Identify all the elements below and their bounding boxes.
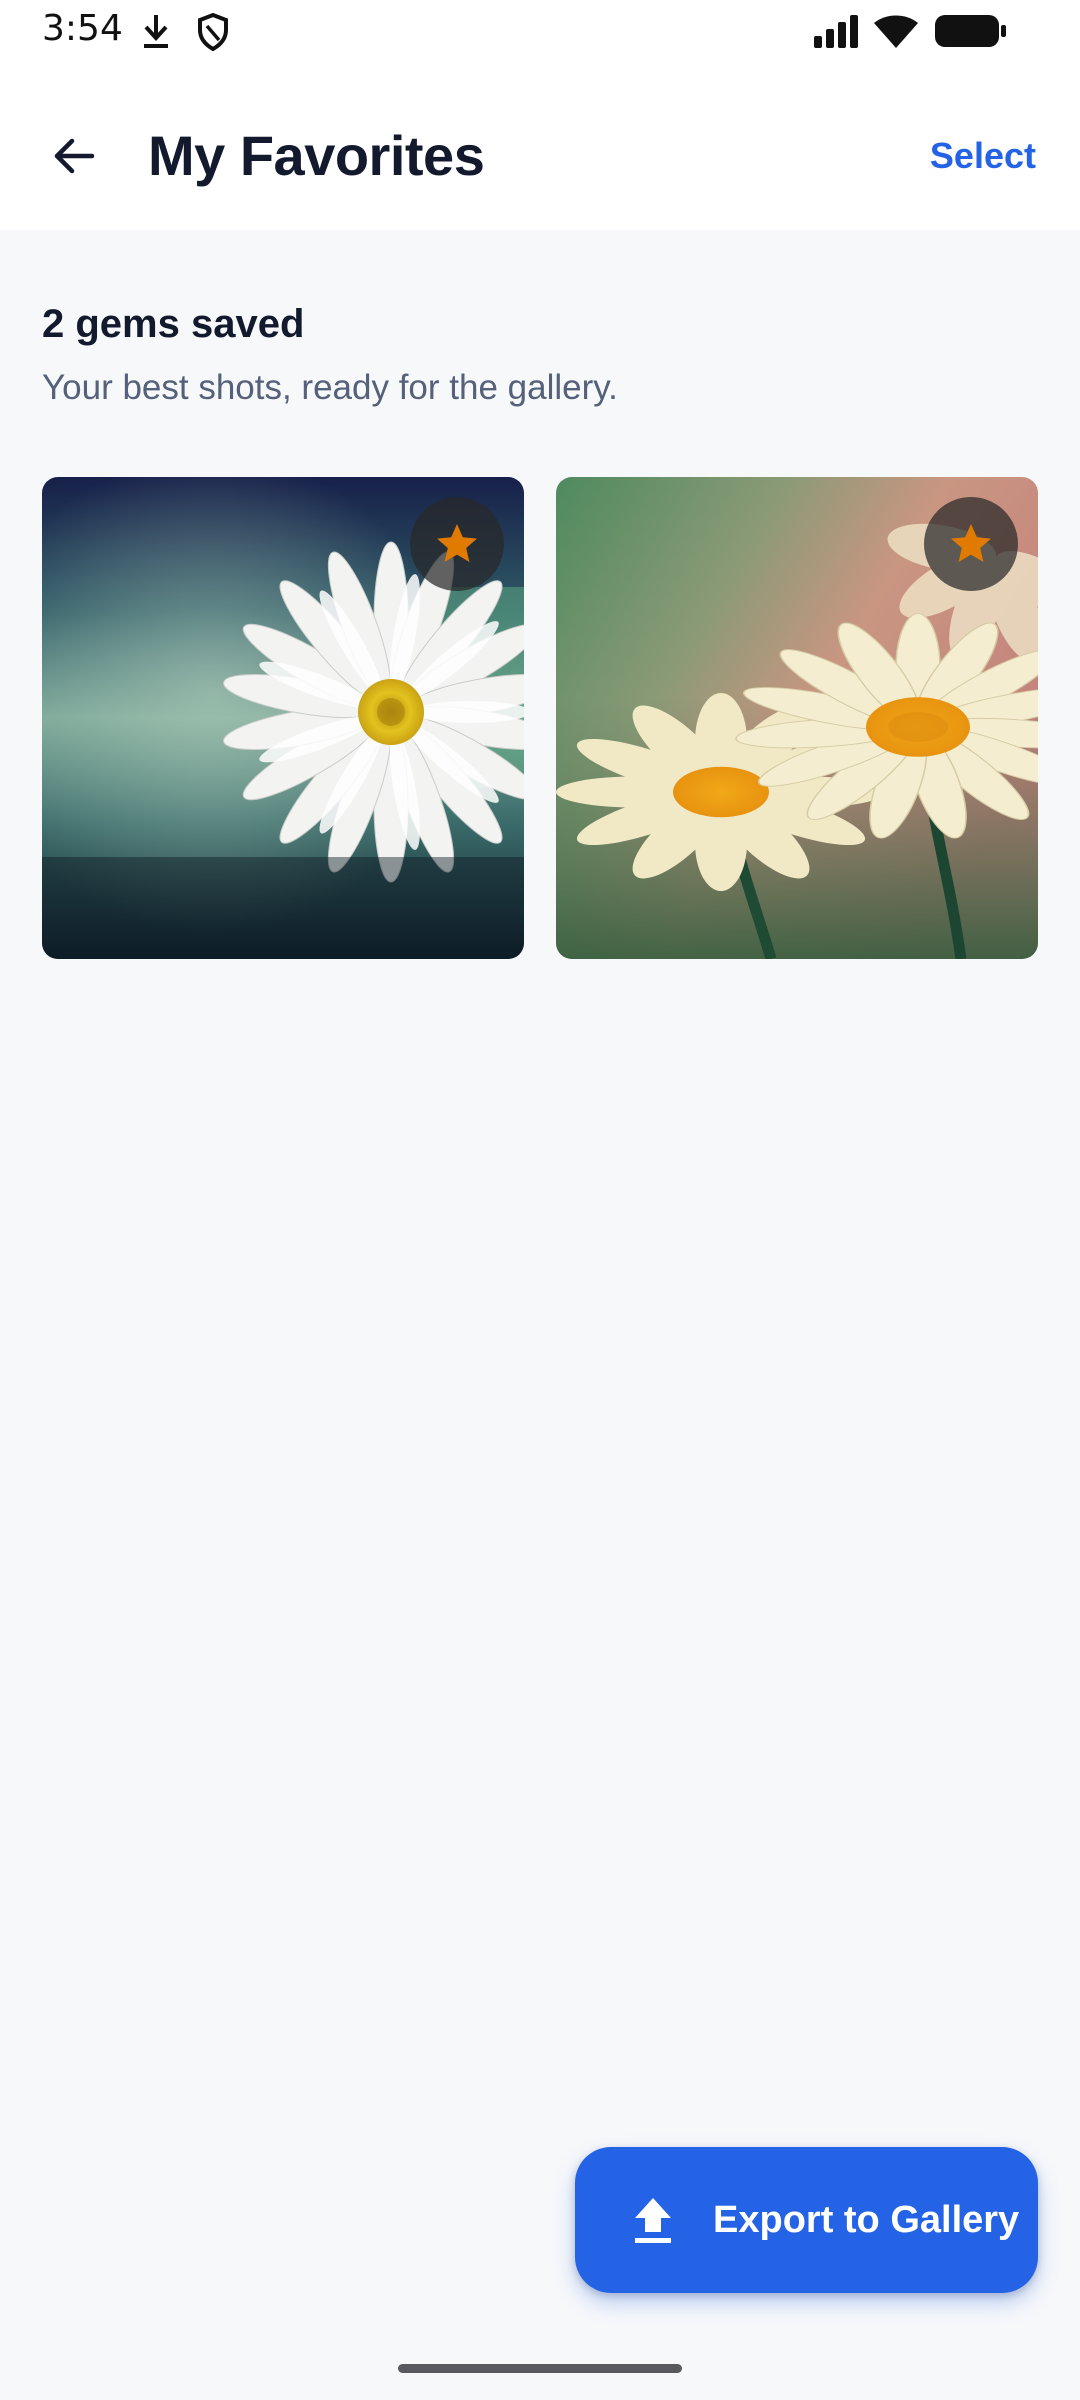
select-button[interactable]: Select [930, 112, 1036, 200]
saved-count: 2 gems saved [42, 302, 305, 346]
app-bar: My Favorites Select [0, 64, 1080, 230]
favorite-photo-card[interactable] [42, 477, 524, 959]
status-time: 3:54 [42, 8, 123, 49]
star-icon [951, 524, 991, 562]
page-title: My Favorites [148, 124, 485, 187]
favorite-badge[interactable] [924, 497, 1018, 591]
shield-icon [198, 12, 228, 52]
star-icon [437, 524, 477, 562]
favorite-badge[interactable] [410, 497, 504, 591]
status-bar: 3:54 [0, 0, 1080, 64]
back-button[interactable] [30, 112, 118, 200]
saved-subtitle: Your best shots, ready for the gallery. [42, 368, 618, 407]
signal-icon [814, 15, 858, 48]
favorites-screen: 3:54 My Favorites Select 2 gems saved Yo… [0, 0, 1080, 2400]
arrow-left-icon [54, 138, 95, 174]
export-to-gallery-button[interactable]: Export to Gallery [575, 2147, 1038, 2293]
battery-icon [935, 15, 1006, 47]
export-label: Export to Gallery [713, 2199, 1020, 2241]
wifi-icon [874, 15, 918, 48]
favorite-photo-card[interactable] [556, 477, 1038, 959]
gesture-nav-handle[interactable] [398, 2364, 682, 2373]
download-icon [144, 15, 168, 48]
upload-icon [635, 2198, 671, 2243]
